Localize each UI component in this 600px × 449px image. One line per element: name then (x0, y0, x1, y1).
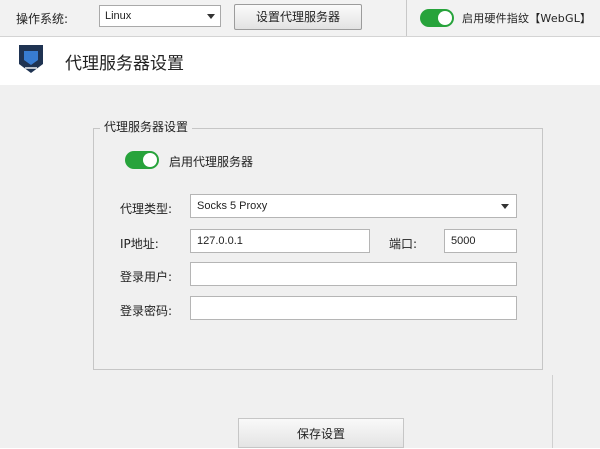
ip-address-input[interactable]: 127.0.0.1 (190, 229, 370, 253)
app-logo-icon (19, 45, 43, 73)
panel-divider (552, 375, 553, 448)
top-toolbar: 操作系统: Linux 设置代理服务器 启用硬件指纹【WebGL】 (0, 0, 600, 37)
hw-fingerprint-toggle[interactable] (420, 9, 454, 27)
os-select[interactable]: Linux (99, 5, 221, 27)
username-input[interactable] (190, 262, 517, 286)
port-label: 端口: (389, 237, 418, 251)
settings-panel: 代理服务器设置 启用代理服务器 代理类型: Socks 5 Proxy IP地址… (0, 85, 600, 448)
toggle-knob (438, 11, 452, 25)
password-input[interactable] (190, 296, 517, 320)
proxy-type-label: 代理类型: (120, 202, 173, 216)
set-proxy-button[interactable]: 设置代理服务器 (234, 4, 362, 30)
toggle-knob (143, 153, 157, 167)
save-settings-button[interactable]: 保存设置 (238, 418, 404, 448)
proxy-type-value: Socks 5 Proxy (197, 200, 268, 212)
page-header: 代理服务器设置 (0, 37, 600, 85)
hw-fingerprint-label: 启用硬件指纹【WebGL】 (462, 12, 592, 25)
chevron-down-icon (501, 204, 509, 209)
chevron-down-icon (207, 14, 215, 19)
proxy-type-select[interactable]: Socks 5 Proxy (190, 194, 517, 218)
password-label: 登录密码: (120, 304, 173, 318)
port-input[interactable]: 5000 (444, 229, 517, 253)
enable-proxy-label: 启用代理服务器 (169, 155, 254, 169)
enable-proxy-toggle[interactable] (125, 151, 159, 169)
os-label: 操作系统: (16, 12, 69, 26)
ip-address-value: 127.0.0.1 (197, 235, 243, 247)
group-legend: 代理服务器设置 (100, 118, 193, 135)
page-title: 代理服务器设置 (65, 54, 184, 74)
ip-label: IP地址: (120, 237, 159, 251)
os-select-value: Linux (105, 10, 132, 22)
username-label: 登录用户: (120, 270, 173, 284)
toolbar-divider (406, 0, 407, 36)
port-value: 5000 (451, 235, 476, 247)
